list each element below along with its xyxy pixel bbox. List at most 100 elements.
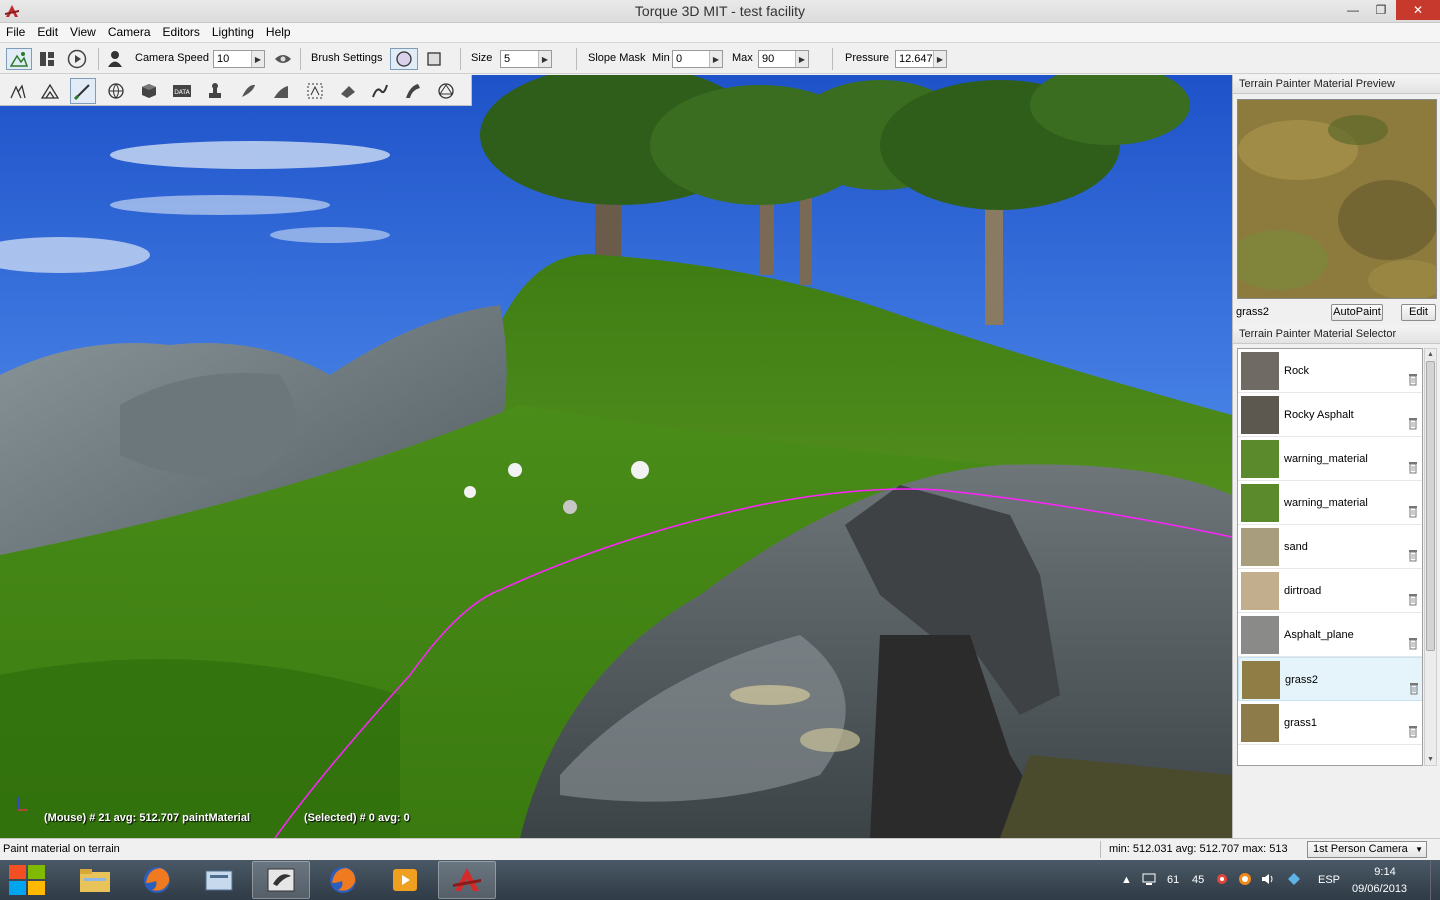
- cube-icon[interactable]: [136, 78, 162, 104]
- globe-icon[interactable]: [103, 78, 129, 104]
- menu-camera[interactable]: Camera: [102, 23, 157, 42]
- material-list-item[interactable]: Rocky Asphalt: [1238, 393, 1422, 437]
- camera-person-icon[interactable]: [104, 48, 126, 70]
- material-list-item[interactable]: grass1: [1238, 701, 1422, 745]
- forest-brush-icon[interactable]: [235, 78, 261, 104]
- arrow-right-icon[interactable]: ▶: [538, 51, 551, 67]
- raise-terrain-icon[interactable]: [5, 78, 31, 104]
- road-ramp-icon[interactable]: [268, 78, 294, 104]
- documents-taskbar-icon[interactable]: [190, 861, 248, 899]
- edit-material-button[interactable]: Edit: [1401, 304, 1436, 321]
- paint-brush-icon[interactable]: [70, 78, 96, 104]
- terrain-mesh-icon[interactable]: [37, 78, 63, 104]
- size-field[interactable]: 5 ▶: [500, 50, 552, 68]
- preview-panel-header: Terrain Painter Material Preview: [1233, 75, 1440, 94]
- arrow-right-icon[interactable]: ▶: [933, 51, 946, 67]
- scroll-up-icon[interactable]: ▲: [1425, 349, 1436, 360]
- arrow-right-icon[interactable]: ▶: [709, 51, 722, 67]
- river-icon[interactable]: [367, 78, 393, 104]
- sculpt-icon[interactable]: [400, 78, 426, 104]
- brush-settings-label: Brush Settings: [311, 52, 383, 64]
- slope-max-field[interactable]: 90 ▶: [758, 50, 809, 68]
- tray-fps[interactable]: 61: [1167, 874, 1179, 886]
- material-list-item[interactable]: dirtroad: [1238, 569, 1422, 613]
- mesh-road-icon[interactable]: [335, 78, 361, 104]
- menu-editors[interactable]: Editors: [157, 23, 206, 42]
- delete-material-icon[interactable]: [1408, 461, 1418, 474]
- camera-speed-field[interactable]: 10 ▶: [213, 50, 265, 68]
- taskbar: ▲ 61 45 ESP 9:14 09/06/2013: [0, 860, 1440, 900]
- windows-logo-icon: [9, 865, 45, 895]
- material-list-item[interactable]: warning_material: [1238, 481, 1422, 525]
- scroll-down-icon[interactable]: ▼: [1425, 754, 1436, 765]
- material-list: Rock Rocky Asphalt warning_material warning…: [1237, 348, 1423, 766]
- network-icon[interactable]: [1287, 872, 1301, 889]
- show-hidden-icons-icon[interactable]: ▲: [1121, 874, 1132, 886]
- material-list-item[interactable]: grass2: [1238, 657, 1422, 701]
- firefox-taskbar-icon[interactable]: [128, 861, 186, 899]
- menu-help[interactable]: Help: [260, 23, 297, 42]
- preview-material-name: grass2: [1236, 306, 1270, 318]
- firefox-taskbar-icon-2[interactable]: [314, 861, 372, 899]
- avast-tray-icon[interactable]: [1238, 872, 1252, 889]
- delete-material-icon[interactable]: [1408, 725, 1418, 738]
- pressure-field[interactable]: 12.647 ▶: [895, 50, 947, 68]
- delete-material-icon[interactable]: [1408, 593, 1418, 606]
- selector-panel-header: Terrain Painter Material Selector: [1233, 325, 1440, 344]
- arrow-right-icon[interactable]: ▶: [251, 51, 264, 67]
- material-list-scrollbar[interactable]: ▲ ▼: [1424, 348, 1437, 766]
- material-thumbnail: [1241, 572, 1279, 610]
- material-preview-panel: Terrain Painter Material Preview grass2 …: [1232, 75, 1440, 325]
- menu-edit[interactable]: Edit: [31, 23, 64, 42]
- arrow-right-icon[interactable]: ▶: [795, 51, 808, 67]
- delete-material-icon[interactable]: [1408, 505, 1418, 518]
- clock-date[interactable]: 09/06/2013: [1352, 883, 1407, 895]
- menu-file[interactable]: File: [0, 23, 31, 42]
- tray-num[interactable]: 45: [1192, 874, 1204, 886]
- 3d-viewport[interactable]: [0, 75, 1232, 838]
- material-list-item[interactable]: Asphalt_plane: [1238, 613, 1422, 657]
- volume-icon[interactable]: [1261, 872, 1275, 889]
- decal-stamp-icon[interactable]: [202, 78, 228, 104]
- maximize-button[interactable]: ❐: [1366, 0, 1396, 20]
- autopaint-button[interactable]: AutoPaint: [1331, 304, 1383, 321]
- start-button[interactable]: [4, 861, 50, 899]
- material-name: warning_material: [1284, 453, 1368, 465]
- square-brush-icon[interactable]: [423, 48, 445, 70]
- torque-3d-taskbar-icon[interactable]: [438, 861, 496, 899]
- eye-icon[interactable]: [272, 48, 294, 70]
- menu-lighting[interactable]: Lighting: [206, 23, 260, 42]
- material-list-item[interactable]: sand: [1238, 525, 1422, 569]
- camera-mode-select[interactable]: 1st Person Camera ▼: [1307, 841, 1427, 858]
- clock-time[interactable]: 9:14: [1365, 866, 1405, 878]
- torque-toolbox-taskbar-icon[interactable]: [252, 861, 310, 899]
- circle-brush-icon[interactable]: [390, 48, 418, 70]
- slope-min-field[interactable]: 0 ▶: [672, 50, 723, 68]
- material-name: Rocky Asphalt: [1284, 409, 1354, 421]
- delete-material-icon[interactable]: [1408, 417, 1418, 430]
- minimize-button[interactable]: —: [1338, 0, 1368, 20]
- delete-material-icon[interactable]: [1408, 637, 1418, 650]
- settings-tray-icon[interactable]: [1215, 872, 1229, 889]
- gui-editor-icon[interactable]: [36, 48, 58, 70]
- menu-view[interactable]: View: [64, 23, 102, 42]
- show-desktop-button[interactable]: [1430, 860, 1440, 900]
- datablock-icon[interactable]: DATA: [169, 78, 195, 104]
- delete-material-icon[interactable]: [1408, 549, 1418, 562]
- material-list-item[interactable]: warning_material: [1238, 437, 1422, 481]
- file-explorer-taskbar-icon[interactable]: [66, 861, 124, 899]
- world-editor-icon[interactable]: [6, 48, 32, 70]
- scroll-thumb[interactable]: [1426, 361, 1435, 651]
- input-language[interactable]: ESP: [1318, 874, 1340, 886]
- delete-material-icon[interactable]: [1409, 682, 1419, 695]
- selected-stats: (Selected) # 0 avg: 0: [304, 812, 410, 824]
- monitor-icon[interactable]: [1142, 872, 1156, 889]
- selection-box-icon[interactable]: [302, 78, 328, 104]
- play-icon[interactable]: [66, 48, 88, 70]
- close-button[interactable]: ✕: [1396, 0, 1440, 20]
- delete-material-icon[interactable]: [1408, 373, 1418, 386]
- svg-text:DATA: DATA: [174, 89, 190, 96]
- material-list-item[interactable]: Rock: [1238, 349, 1422, 393]
- navmesh-icon[interactable]: [433, 78, 459, 104]
- media-player-taskbar-icon[interactable]: [376, 861, 434, 899]
